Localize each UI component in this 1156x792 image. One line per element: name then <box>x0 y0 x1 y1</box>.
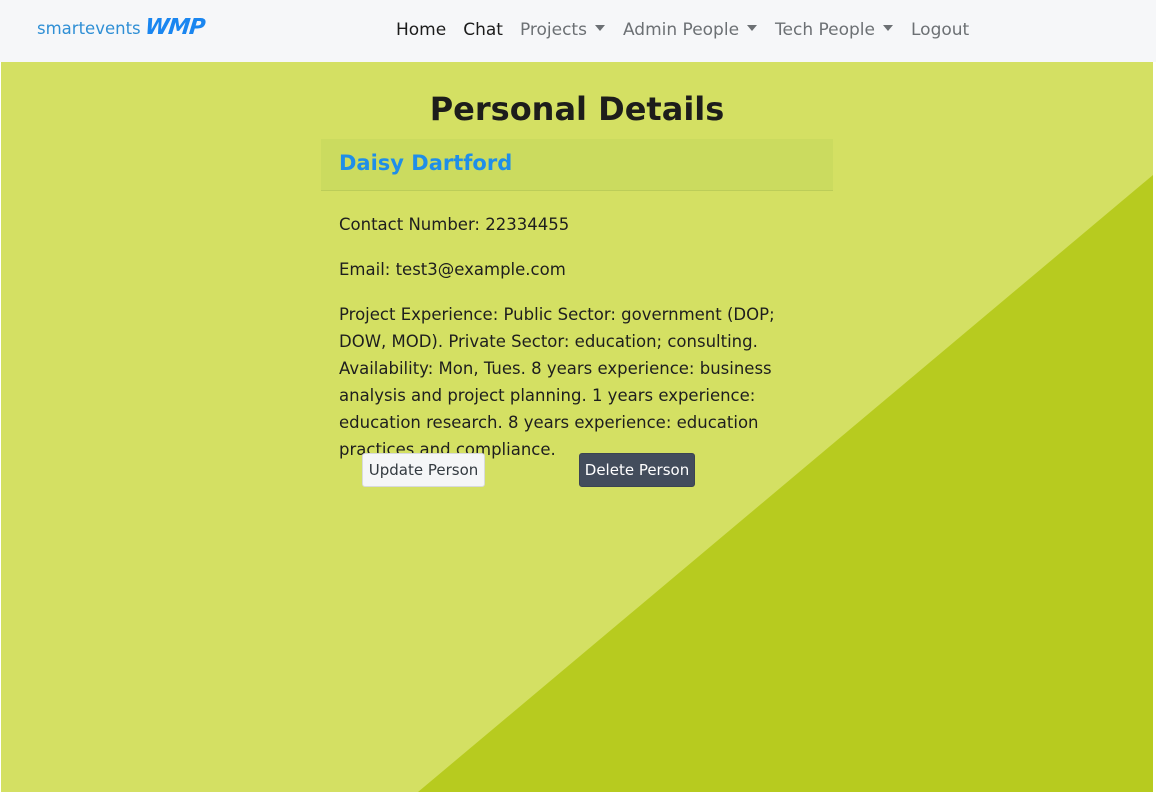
brand-events-text: events <box>85 19 141 38</box>
main-nav: Home Chat Projects Admin People Tech Peo… <box>396 20 969 40</box>
nav-admin-people-label: Admin People <box>622 20 740 40</box>
nav-logout[interactable]: Logout <box>911 20 969 40</box>
nav-chat[interactable]: Chat <box>463 20 503 40</box>
person-card-header: Daisy Dartford <box>321 139 833 191</box>
person-name: Daisy Dartford <box>339 151 513 175</box>
brand-smart-text: smart <box>37 19 86 38</box>
nav-projects-dropdown[interactable]: Projects <box>520 20 605 40</box>
nav-tech-people-dropdown[interactable]: Tech People <box>775 20 893 40</box>
chevron-down-icon <box>594 25 605 31</box>
nav-home[interactable]: Home <box>396 20 446 40</box>
brand-wmp-logo: WMP <box>143 15 206 40</box>
update-person-button[interactable]: Update Person <box>362 453 485 487</box>
chevron-down-icon <box>747 25 758 31</box>
delete-person-button[interactable]: Delete Person <box>579 453 695 487</box>
project-experience: Project Experience: Public Sector: gover… <box>339 305 775 459</box>
main-content: Personal Details Daisy Dartford Contact … <box>1 62 1153 792</box>
chevron-down-icon <box>883 25 893 31</box>
nav-projects-label: Projects <box>519 20 587 40</box>
contact-number: Contact Number: 22334455 <box>339 215 570 234</box>
nav-tech-people-label: Tech People <box>775 20 875 40</box>
email-address: Email: test3@example.com <box>339 260 566 279</box>
brand-text: smartevents <box>37 19 141 38</box>
nav-admin-people-dropdown[interactable]: Admin People <box>622 20 758 40</box>
page-title: Personal Details <box>429 90 725 128</box>
top-navbar: smartevents WMP Home Chat Projects Admin… <box>0 0 1156 62</box>
brand-logo[interactable]: smartevents WMP <box>37 15 206 40</box>
